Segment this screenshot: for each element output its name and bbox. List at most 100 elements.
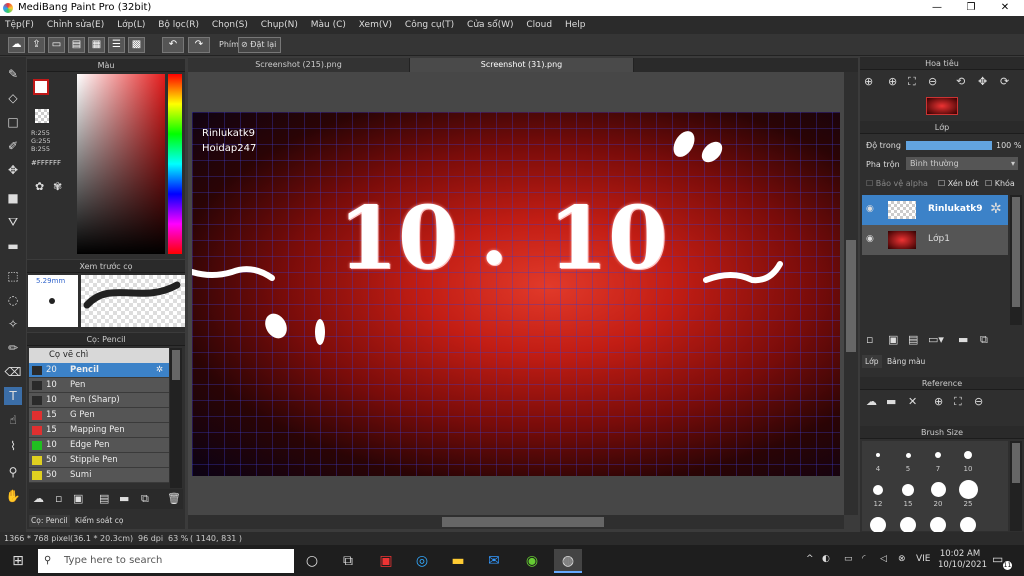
brush-size-option[interactable]: 4	[864, 443, 892, 473]
tab-brush-control[interactable]: Kiểm soát cọ	[73, 515, 125, 527]
add-brush-menu-icon[interactable]: ▣	[73, 492, 83, 505]
vertical-scroll-thumb[interactable]	[846, 240, 856, 352]
dot-tool-icon[interactable]: ✐	[4, 137, 22, 155]
rotate-left-icon[interactable]: ⟲	[956, 75, 965, 88]
cloud-icon[interactable]: ☁	[8, 37, 25, 53]
fit-icon[interactable]: ⛶	[908, 75, 916, 89]
blend-mode-select[interactable]: Bình thường ▾	[906, 157, 1018, 170]
menu-view[interactable]: Xem(V)	[354, 16, 397, 34]
saturation-value-picker[interactable]	[77, 74, 165, 254]
gift-app-icon[interactable]: ▣	[372, 549, 400, 573]
brush-item[interactable]: 20 Pencil ✲	[29, 363, 169, 378]
menu-filter[interactable]: Bộ lọc(R)	[153, 16, 204, 34]
brush-size-option[interactable]: 20	[924, 479, 952, 508]
brush-size-option[interactable]: 12	[864, 479, 892, 508]
menu-cloud[interactable]: Cloud	[521, 16, 557, 34]
layer-scrollbar[interactable]	[1010, 195, 1022, 325]
zoom-in-alt-icon[interactable]: ⊕	[888, 75, 897, 88]
menu-select[interactable]: Chọn(S)	[207, 16, 253, 34]
operation-tool-icon[interactable]: ☝	[4, 411, 22, 429]
select-pen-tool-icon[interactable]: ✏	[4, 339, 22, 357]
brush-item[interactable]: 50 Sumi	[29, 468, 169, 483]
brush-item[interactable]: 15 Mapping Pen	[29, 423, 169, 438]
new-1bit-layer-icon[interactable]: ▤	[908, 333, 918, 346]
folder-icon[interactable]: ▬	[958, 333, 968, 346]
brush-size-option[interactable]: 10	[954, 443, 982, 473]
text-tool-icon[interactable]: T	[4, 387, 22, 405]
gear-icon[interactable]: ✲	[156, 363, 163, 378]
upload-icon[interactable]: ⇪	[28, 37, 45, 53]
language-indicator[interactable]: VIE	[916, 554, 931, 564]
select-tool-icon[interactable]: ⬚	[4, 267, 22, 285]
mail-icon[interactable]: ✉	[480, 549, 508, 573]
cloud-reference-icon[interactable]: ☁	[866, 395, 877, 408]
tab-brush[interactable]: Cọ: Pencil	[29, 515, 70, 527]
volume-icon[interactable]: ◁	[880, 554, 887, 564]
duplicate-icon[interactable]: ⧉	[141, 492, 149, 506]
tab-palette[interactable]: Bảng màu	[884, 355, 928, 368]
file-explorer-icon[interactable]: ▬	[444, 549, 472, 573]
zoom-out-icon[interactable]: ⊖	[974, 395, 983, 408]
menu-tools[interactable]: Công cụ(T)	[400, 16, 459, 34]
flip-icon[interactable]: ✥	[978, 75, 987, 88]
lasso-tool-icon[interactable]: ◌	[4, 291, 22, 309]
select-eraser-tool-icon[interactable]: ⌫	[4, 363, 22, 381]
magic-wand-tool-icon[interactable]: ✧	[4, 315, 22, 333]
tray-app-icon[interactable]: ◐	[822, 554, 830, 564]
size-dot[interactable]	[930, 517, 946, 533]
opacity-slider[interactable]	[906, 141, 992, 150]
gear-icon[interactable]: ✲	[990, 201, 1002, 217]
brush-group-header[interactable]: Cọ vẽ chì	[29, 348, 169, 363]
layer-row[interactable]: ◉ Lớp1	[862, 225, 1008, 255]
artwork-canvas[interactable]: Rinlukatk9 Hoidap247 10 . 10	[192, 112, 840, 476]
scroll-thumb[interactable]	[1012, 443, 1020, 483]
brush-item[interactable]: 50 Stipple Pen	[29, 453, 169, 468]
brush-size-option[interactable]: 5	[894, 443, 922, 473]
foreground-color-swatch[interactable]	[33, 79, 49, 95]
brush-list-scrollbar[interactable]	[170, 348, 182, 488]
canvas-vertical-scrollbar[interactable]	[844, 72, 858, 515]
brush-size-option[interactable]: 25	[954, 479, 982, 508]
palette-add-icon[interactable]: ✾	[53, 180, 62, 193]
horizontal-scroll-thumb[interactable]	[442, 517, 604, 527]
edge-icon[interactable]: ◎	[408, 549, 436, 573]
eyedropper-tool-icon[interactable]: ⚲	[4, 463, 22, 481]
brush-item[interactable]: 10 Edge Pen	[29, 438, 169, 453]
reset-button[interactable]: ⊘ Đặt lại	[238, 37, 282, 53]
rectangle-tool-icon[interactable]: □	[4, 113, 22, 131]
clock[interactable]: 10:02 AM 10/10/2021	[938, 549, 987, 571]
visibility-icon[interactable]: ◉	[866, 234, 874, 244]
navigator-thumbnail[interactable]	[926, 97, 958, 115]
close-icon[interactable]: ✕	[908, 395, 917, 408]
wifi-icon[interactable]: ◜	[862, 554, 866, 564]
tray-status-icon[interactable]: ⊗	[898, 554, 906, 564]
document-icon[interactable]: ▦	[88, 37, 105, 53]
canvas-area[interactable]: Rinlukatk9 Hoidap247 10 . 10	[188, 72, 844, 515]
layer-row[interactable]: ◉ Rinlukatk9 ✲	[862, 195, 1008, 225]
brush-settings-icon[interactable]: ▤	[99, 492, 109, 505]
list-icon[interactable]: ☰	[108, 37, 125, 53]
menu-snap[interactable]: Chụp(N)	[256, 16, 303, 34]
close-window-button[interactable]: ✕	[988, 0, 1022, 16]
menu-help[interactable]: Help	[560, 16, 591, 34]
tray-chevron-icon[interactable]: ^	[806, 554, 814, 564]
visibility-icon[interactable]: ◉	[866, 204, 874, 214]
brush-size-option[interactable]: 7	[924, 443, 952, 473]
transparent-swatch[interactable]	[35, 109, 49, 123]
add-brush-icon[interactable]: ▫	[55, 492, 62, 505]
clip-checkbox[interactable]: ☐ Xén bớt	[938, 179, 978, 188]
brush-size-option[interactable]: 15	[894, 479, 922, 508]
cloud-brush-icon[interactable]: ☁	[33, 492, 44, 505]
task-view-icon[interactable]: ⧉	[334, 549, 362, 573]
size-dot[interactable]	[870, 517, 886, 533]
add-layer-menu-icon[interactable]: ▭▾	[928, 333, 944, 346]
windows-start-icon[interactable]: ⊞	[4, 549, 32, 573]
battery-icon[interactable]: ▭	[844, 554, 853, 564]
redo-button[interactable]: ↷	[188, 37, 210, 53]
lock-checkbox[interactable]: ☐ Khóa	[985, 179, 1015, 188]
duplicate-layer-icon[interactable]: ⧉	[980, 333, 988, 347]
scroll-thumb[interactable]	[172, 350, 180, 380]
brush-item[interactable]: 10 Pen (Sharp)	[29, 393, 169, 408]
rotate-right-icon[interactable]: ⟳	[1000, 75, 1009, 88]
hand-tool-icon[interactable]: ✋	[4, 487, 22, 505]
